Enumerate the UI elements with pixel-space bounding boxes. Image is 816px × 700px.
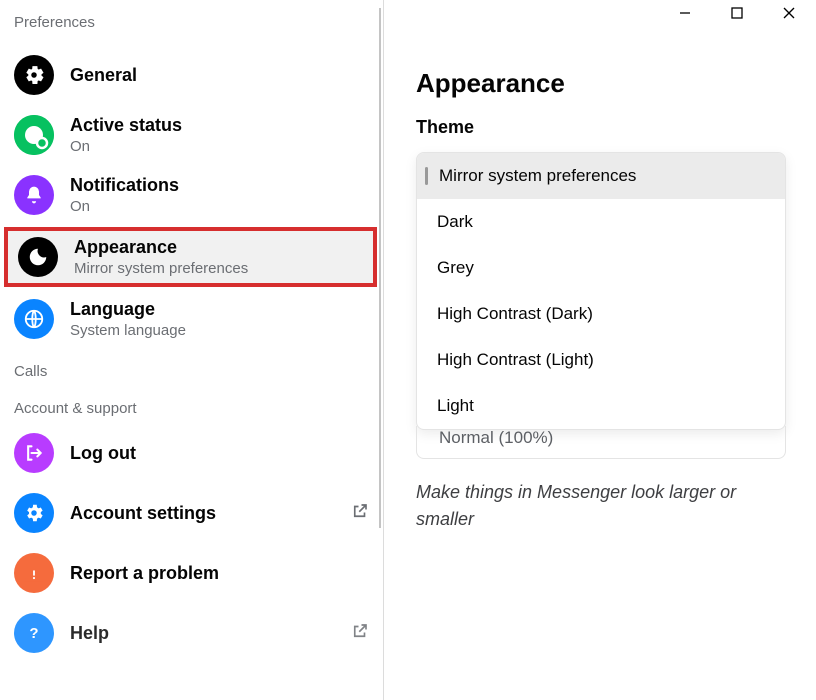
sidebar-item-sub: System language bbox=[70, 322, 186, 339]
page-title: Appearance bbox=[416, 68, 786, 99]
logout-icon bbox=[14, 433, 54, 473]
sidebar-item-logout[interactable]: Log out bbox=[0, 423, 383, 483]
sidebar-title: Preferences bbox=[0, 8, 383, 45]
external-link-icon bbox=[351, 502, 369, 525]
sidebar-item-sub: On bbox=[70, 198, 179, 215]
moon-icon bbox=[18, 237, 58, 277]
preferences-sidebar: Preferences General Active status On bbox=[0, 0, 383, 700]
main-pane: Appearance Theme Mirror system preferenc… bbox=[384, 0, 816, 700]
scrollbar[interactable] bbox=[379, 8, 381, 528]
sidebar-item-report-problem[interactable]: Report a problem bbox=[0, 543, 383, 603]
sidebar-item-notifications[interactable]: Notifications On bbox=[0, 165, 383, 225]
bell-icon bbox=[14, 175, 54, 215]
globe-icon bbox=[14, 299, 54, 339]
maximize-button[interactable] bbox=[730, 6, 744, 20]
sidebar-item-label: General bbox=[70, 65, 137, 86]
close-button[interactable] bbox=[782, 6, 796, 20]
sidebar-item-label: Language bbox=[70, 299, 186, 320]
svg-text:?: ? bbox=[29, 625, 38, 642]
sidebar-item-help[interactable]: ? Help bbox=[0, 603, 383, 663]
sidebar-item-label: Notifications bbox=[70, 175, 179, 196]
theme-option-hc-dark[interactable]: High Contrast (Dark) bbox=[417, 291, 785, 337]
sidebar-item-account-settings[interactable]: Account settings bbox=[0, 483, 383, 543]
warning-icon bbox=[14, 553, 54, 593]
section-account: Account & support bbox=[0, 386, 383, 423]
zoom-select-value[interactable]: Normal (100%) bbox=[416, 426, 786, 459]
sidebar-item-general[interactable]: General bbox=[0, 45, 383, 105]
help-icon: ? bbox=[14, 613, 54, 653]
sidebar-item-appearance[interactable]: Appearance Mirror system preferences bbox=[4, 227, 377, 287]
sidebar-item-active-status[interactable]: Active status On bbox=[0, 105, 383, 165]
theme-option-grey[interactable]: Grey bbox=[417, 245, 785, 291]
theme-option-mirror[interactable]: Mirror system preferences bbox=[417, 153, 785, 199]
external-link-icon bbox=[351, 622, 369, 645]
gear-icon bbox=[14, 55, 54, 95]
sidebar-item-label: Log out bbox=[70, 443, 136, 464]
sidebar-item-label: Report a problem bbox=[70, 563, 219, 584]
minimize-button[interactable] bbox=[678, 6, 692, 20]
sidebar-item-label: Help bbox=[70, 623, 109, 644]
status-circle-icon bbox=[14, 115, 54, 155]
window-controls bbox=[384, 0, 816, 20]
theme-option-hc-light[interactable]: High Contrast (Light) bbox=[417, 337, 785, 383]
settings-gear-icon bbox=[14, 493, 54, 533]
theme-dropdown[interactable]: Mirror system preferences Dark Grey High… bbox=[416, 152, 786, 459]
section-calls: Calls bbox=[0, 349, 383, 386]
sidebar-item-language[interactable]: Language System language bbox=[0, 289, 383, 349]
zoom-caption: Make things in Messenger look larger or … bbox=[416, 479, 786, 533]
theme-option-light[interactable]: Light bbox=[417, 383, 785, 429]
theme-option-dark[interactable]: Dark bbox=[417, 199, 785, 245]
theme-label: Theme bbox=[416, 117, 786, 138]
sidebar-item-sub: Mirror system preferences bbox=[74, 260, 248, 277]
sidebar-item-label: Active status bbox=[70, 115, 182, 136]
sidebar-item-label: Account settings bbox=[70, 503, 216, 524]
sidebar-item-sub: On bbox=[70, 138, 182, 155]
sidebar-item-label: Appearance bbox=[74, 237, 248, 258]
